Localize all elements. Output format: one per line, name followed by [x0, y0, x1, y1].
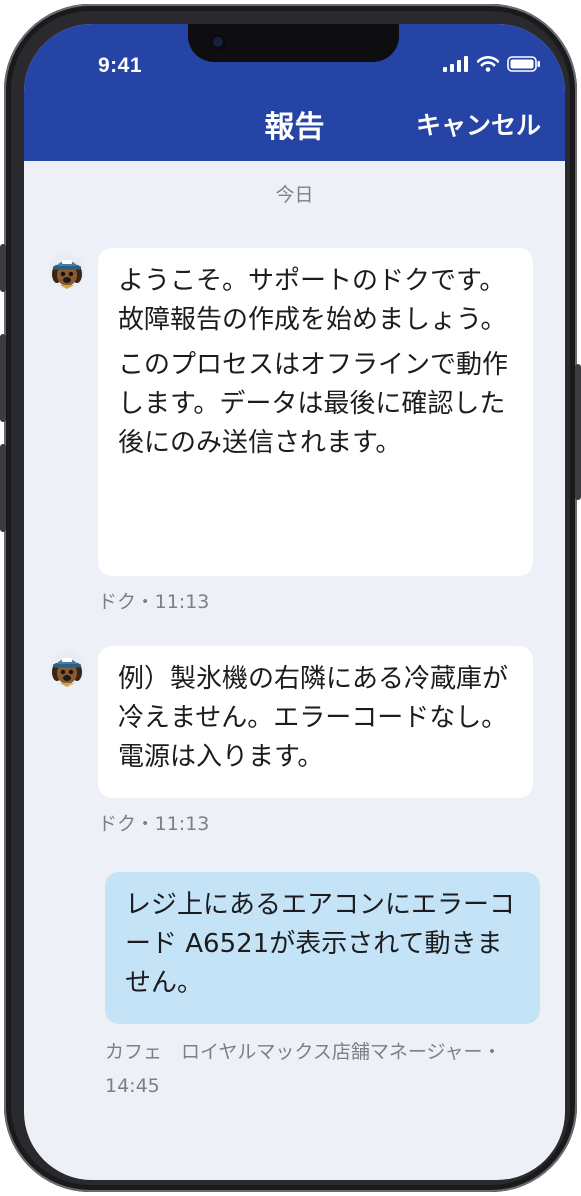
message-text: ようこそ。サポートのドクです。故障報告の作成を始めましょう。: [118, 266, 507, 335]
message-meta: ドク・11:13: [98, 591, 210, 613]
phone-frame: 9:41 報告 キャンセル 今日 ようこそ。サポートのドクです。故障報告の作成を…: [0, 4, 581, 1192]
status-time: 9:41: [98, 54, 143, 77]
message-meta: カフェ ロイヤルマックス店舗マネージャー・14:45: [105, 1041, 502, 1097]
bot-message-bubble: 例）製氷機の右隣にある冷蔵庫が冷えません。エラーコードなし。電源は入ります。: [98, 646, 533, 798]
battery-icon: [507, 56, 540, 72]
bot-message-bubble: ようこそ。サポートのドクです。故障報告の作成を始めましょう。 このプロセスはオフ…: [98, 248, 533, 576]
app-screen: 9:41 報告 キャンセル 今日 ようこそ。サポートのドクです。故障報告の作成を…: [24, 24, 565, 1180]
notch: [188, 24, 399, 62]
app-header: 9:41 報告 キャンセル: [24, 24, 565, 161]
volume-up-button: [0, 334, 6, 422]
mute-switch: [0, 244, 6, 292]
status-icons: [443, 56, 541, 72]
dog-avatar-icon: [49, 651, 85, 687]
message-text: レジ上にあるエアコンにエラーコード A6521が表示されて動きません。: [125, 890, 516, 998]
message-text: 例）製氷機の右隣にある冷蔵庫が冷えません。エラーコードなし。電源は入ります。: [118, 664, 509, 772]
front-camera: [210, 34, 226, 50]
signal-icon: [443, 56, 468, 72]
cancel-button[interactable]: キャンセル: [416, 106, 541, 142]
user-message-bubble: レジ上にあるエアコンにエラーコード A6521が表示されて動きません。: [105, 872, 540, 1024]
wifi-icon: [477, 56, 499, 72]
message-text: このプロセスはオフラインで動作します。データは最後に確認した後にのみ送信されます…: [118, 350, 509, 458]
dog-avatar-icon: [49, 253, 85, 289]
volume-down-button: [0, 444, 6, 532]
message-meta: ドク・11:13: [98, 813, 210, 835]
power-button: [575, 364, 581, 500]
date-separator: 今日: [275, 184, 314, 206]
